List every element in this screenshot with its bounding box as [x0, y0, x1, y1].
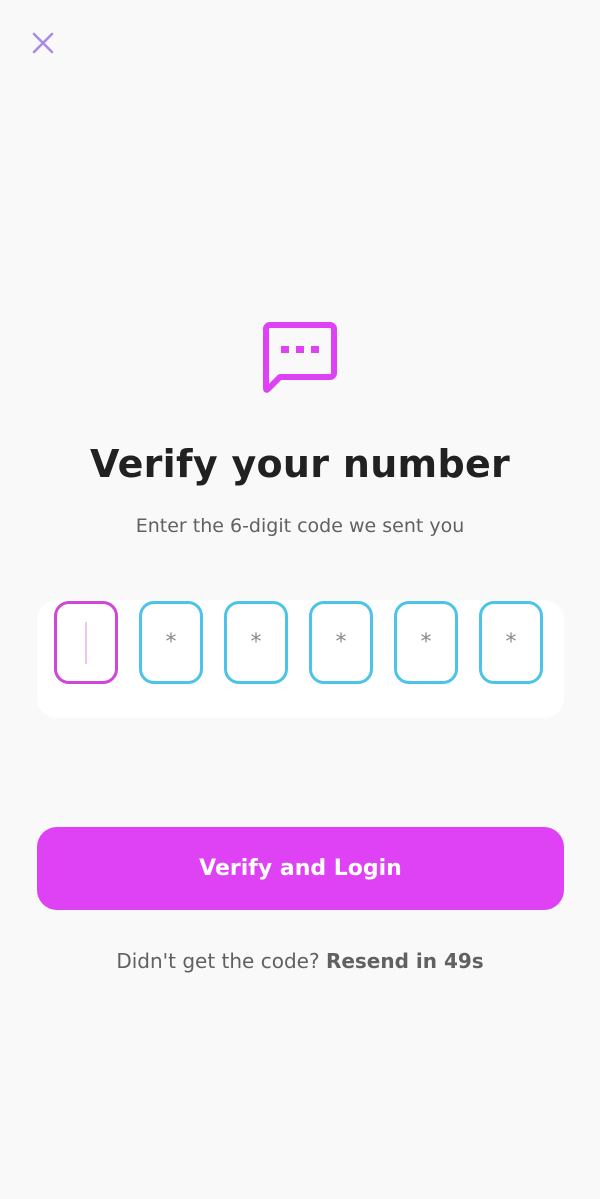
page-title: Verify your number — [89, 442, 511, 486]
text-caret — [85, 621, 87, 664]
close-button[interactable] — [28, 28, 58, 58]
otp-digit-2[interactable]: * — [139, 601, 203, 684]
otp-digit-2-value: * — [165, 630, 177, 655]
otp-digit-5-value: * — [420, 630, 432, 655]
resend-prompt: Didn't get the code? — [116, 949, 320, 973]
otp-digit-4[interactable]: * — [309, 601, 373, 684]
otp-digit-3[interactable]: * — [224, 601, 288, 684]
resend-code-link[interactable]: Resend in 49s — [326, 949, 484, 973]
otp-digit-3-value: * — [250, 630, 262, 655]
page-subtitle: Enter the 6-digit code we sent you — [135, 515, 465, 537]
otp-digit-6[interactable]: * — [479, 601, 543, 684]
otp-digit-1[interactable] — [54, 601, 118, 684]
otp-digit-4-value: * — [335, 630, 347, 655]
hero-icon-wrapper — [262, 319, 338, 395]
close-icon — [32, 32, 54, 54]
verify-and-login-button[interactable]: Verify and Login — [37, 827, 564, 910]
otp-input-panel: * * * * * — [37, 600, 564, 718]
resend-row: Didn't get the code? Resend in 49s — [0, 946, 600, 976]
chat-bubble-dots-icon — [263, 322, 337, 393]
otp-digit-5[interactable]: * — [394, 601, 458, 684]
otp-digit-6-value: * — [505, 630, 517, 655]
